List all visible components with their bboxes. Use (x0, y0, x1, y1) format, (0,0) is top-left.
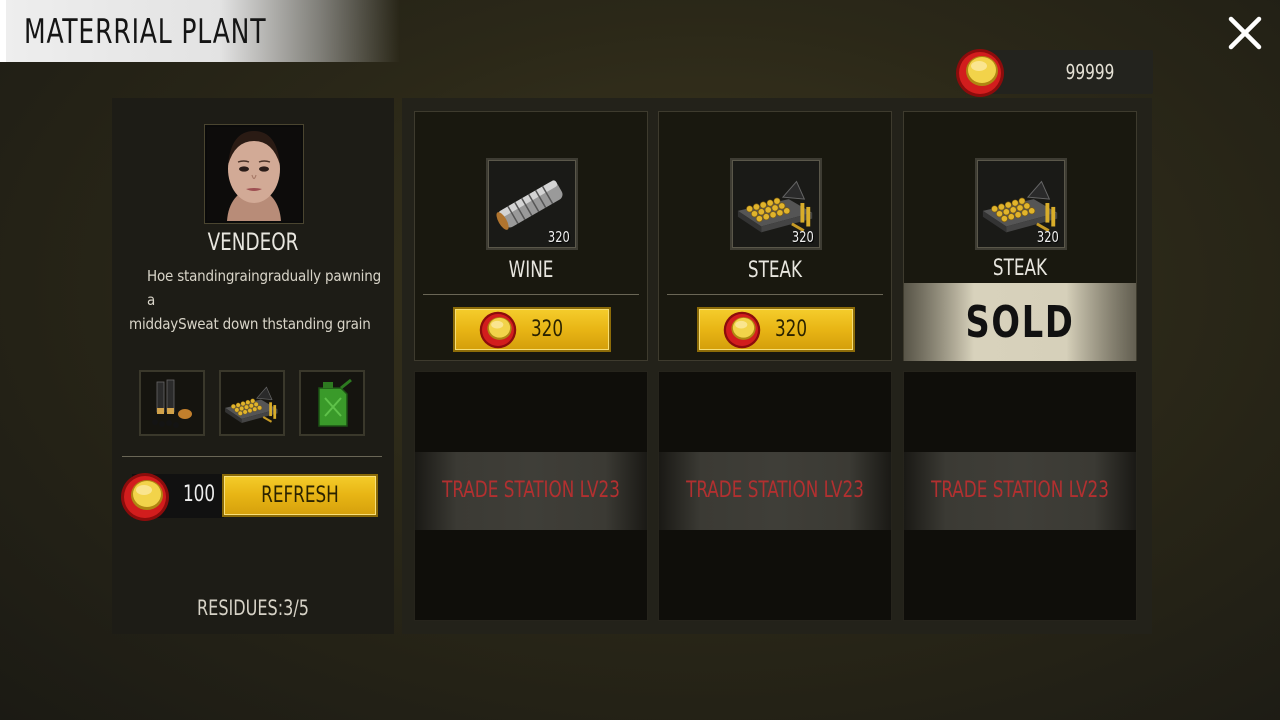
vendor-inventory-slot[interactable] (219, 370, 285, 436)
item-icon-frame: 320 (730, 158, 822, 250)
buy-button[interactable]: 320 (697, 307, 855, 352)
refresh-button-label: REFRESH (261, 483, 339, 508)
vendor-description-line: Hoe standingraingradually pawning a (147, 267, 381, 309)
locked-slot-label: TRADE STATION LV23 (442, 478, 620, 503)
shop-item-card[interactable]: 320 STEAK 320 (658, 111, 892, 361)
close-button[interactable] (1226, 14, 1264, 52)
buy-button[interactable]: 320 (453, 307, 611, 352)
item-quantity: 320 (1037, 228, 1060, 246)
item-name: WINE (508, 258, 554, 283)
locked-slot-banner: TRADE STATION LV23 (415, 452, 647, 530)
currency-amount: 99999 (1065, 60, 1115, 84)
title-tab: MATERRIAL PLANT (0, 0, 400, 62)
locked-slot: TRADE STATION LV23 (658, 371, 892, 621)
sold-banner: SOLD (904, 283, 1136, 361)
item-quantity: 320 (792, 228, 815, 246)
vendor-description: Hoe standingraingradually pawning a midd… (129, 264, 389, 336)
locked-slot-label: TRADE STATION LV23 (931, 478, 1109, 503)
item-icon-frame: 320 (486, 158, 578, 250)
vendor-portrait (205, 125, 303, 223)
close-icon (1228, 16, 1262, 50)
item-divider (423, 294, 639, 295)
currency-display: 99999 (980, 50, 1153, 94)
vendor-panel: VENDEOR Hoe standingraingradually pawnin… (112, 98, 394, 634)
sold-label: SOLD (965, 297, 1075, 348)
locked-slot: TRADE STATION LV23 (414, 371, 648, 621)
locked-slot-label: TRADE STATION LV23 (686, 478, 864, 503)
item-divider (667, 294, 883, 295)
residues-counter: RESIDUES:3/5 (197, 596, 309, 620)
coin-icon (955, 48, 1005, 98)
item-name: STEAK (992, 256, 1048, 281)
refresh-button[interactable]: REFRESH (222, 474, 378, 517)
item-quantity: 320 (548, 228, 571, 246)
item-icon-frame: 320 (975, 158, 1067, 250)
fuel-can-icon (318, 378, 352, 427)
shop-item-card[interactable]: 320 WINE 320 (414, 111, 648, 361)
window-title: MATERRIAL PLANT (24, 12, 267, 52)
locked-slot: TRADE STATION LV23 (903, 371, 1137, 621)
vendor-inventory-slot[interactable] (139, 370, 205, 436)
shop-item-card: 320 STEAK SOLD (903, 111, 1137, 361)
coin-icon (723, 311, 761, 349)
coin-icon (120, 472, 170, 522)
item-name: STEAK (747, 258, 803, 283)
locked-slot-banner: TRADE STATION LV23 (904, 452, 1136, 530)
vendor-name: VENDEOR (207, 228, 299, 256)
vendor-inventory-slot[interactable] (299, 370, 365, 436)
buy-price: 320 (774, 317, 808, 342)
buy-price: 320 (530, 317, 564, 342)
vendor-face-icon (207, 127, 301, 221)
shop-grid: 320 WINE 320 320 STEAK 320 320 STEAK SOL… (402, 98, 1152, 634)
coin-icon (479, 311, 517, 349)
locked-slot-banner: TRADE STATION LV23 (659, 452, 891, 530)
vendor-divider (122, 456, 382, 457)
refresh-cost: 100 (182, 482, 216, 507)
ammo-box-icon (221, 372, 283, 434)
shotgun-shells-icon (152, 379, 192, 428)
vendor-description-line: middaySweat down thstanding grain (129, 315, 371, 333)
